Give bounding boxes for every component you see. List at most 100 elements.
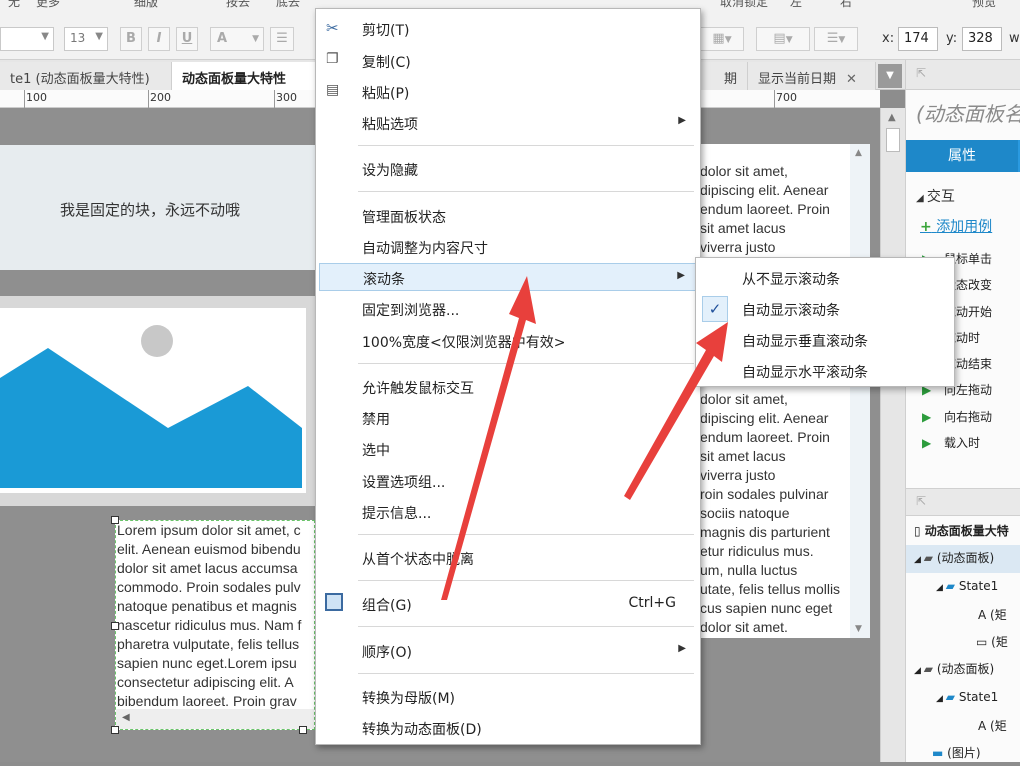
x-input[interactable]: 174 [898, 27, 938, 51]
toolbar-label[interactable]: 细版 [134, 0, 158, 10]
image-panel[interactable] [0, 296, 320, 506]
toolbar-label[interactable]: 更多 [36, 0, 60, 10]
tab-show-date[interactable]: 显示当前日期 ✕ [748, 62, 876, 90]
tab-state1[interactable]: te1 (动态面板量大特性) [0, 62, 172, 90]
event-item[interactable]: ▶ 向右拖动 [906, 404, 1020, 430]
outline-item[interactable]: ◢ ▰ (动态面板) [906, 656, 1020, 685]
toolbar-label[interactable]: 右 [840, 0, 852, 10]
submenu-item-auto-horizontal[interactable]: 自动显示水平滚动条 [696, 357, 954, 385]
menu-item-full-width[interactable]: 100%宽度<仅限浏览器中有效> [316, 327, 700, 355]
outline-item[interactable]: A (矩 [906, 713, 1020, 740]
right-text-panel[interactable]: dolor sit amet, dipiscing elit. Aenear e… [700, 144, 870, 638]
font-family-select[interactable]: ▼ [0, 27, 54, 51]
menu-item-manage-states[interactable]: 管理面板状态 [316, 202, 700, 230]
scroll-up-icon[interactable]: ▲ [855, 148, 862, 158]
font-color-button[interactable]: A ▼ [210, 27, 264, 51]
outline-item[interactable]: ◢ ▰ State1 [906, 573, 1020, 602]
scroll-thumb[interactable] [886, 128, 900, 152]
resize-handle[interactable] [111, 726, 119, 734]
close-icon[interactable]: ✕ [846, 72, 857, 87]
menu-item-convert-panel[interactable]: 转换为动态面板(D) [316, 714, 700, 742]
menu-item-order[interactable]: 顺序(O) ▶ [316, 637, 700, 665]
submenu-item-auto-vertical[interactable]: 自动显示垂直滚动条 [696, 326, 954, 354]
bold-button[interactable]: B [120, 27, 142, 51]
add-case-link[interactable]: + 添加用例 [920, 216, 992, 236]
menu-separator [358, 534, 694, 535]
italic-button[interactable]: I [148, 27, 170, 51]
collapse-icon[interactable]: ⇱ [916, 66, 926, 80]
section-interaction[interactable]: ◢ 交互 [916, 186, 955, 206]
submenu-item-never-show[interactable]: 从不显示滚动条 [696, 264, 954, 292]
menu-item-tooltip[interactable]: 提示信息... [316, 498, 700, 526]
menu-item-group[interactable]: 组合(G) Ctrl+G [316, 590, 700, 618]
tab-list-dropdown[interactable]: ▼ [878, 64, 902, 88]
outline-item[interactable]: ◢ ▰ State1 [906, 684, 1020, 713]
tab-properties[interactable]: 属性 [906, 140, 1018, 172]
font-size-select[interactable]: 13 ▼ [64, 27, 108, 51]
widget-name-title[interactable]: (动态面板名 [916, 98, 1020, 127]
outline-item[interactable]: ▬ (图片) [906, 740, 1020, 766]
resize-handle[interactable] [111, 516, 119, 524]
underline-button[interactable]: U [176, 27, 198, 51]
font-size-value: 13 [70, 31, 86, 45]
lorem-text-panel[interactable]: Lorem ipsum dolor sit amet, c elit. Aene… [115, 520, 315, 730]
vertical-scrollbar[interactable]: ▲ ▼ [850, 144, 870, 638]
menu-item-detach-state[interactable]: 从首个状态中脱离 [316, 544, 700, 572]
submenu-arrow-icon: ▶ [678, 115, 686, 126]
border-button[interactable]: ▤▼ [756, 27, 810, 51]
scroll-down-icon[interactable]: ▼ [855, 624, 862, 634]
menu-item-hide[interactable]: 设为隐藏 [316, 155, 700, 183]
menu-item-cut[interactable]: ✂ 剪切(T) [316, 15, 700, 43]
scrollbar-submenu: 从不显示滚动条 ✓ 自动显示滚动条 自动显示垂直滚动条 自动显示水平滚动条 [695, 257, 955, 387]
outline-header: ⇱ [906, 488, 1020, 516]
ruler-tick [24, 90, 25, 108]
y-input[interactable]: 328 [962, 27, 1002, 51]
context-menu: ✂ 剪切(T) ❐ 复制(C) ▤ 粘贴(P) 粘贴选项 ▶ 设为隐藏 管理面板… [315, 8, 701, 745]
text-line: magnis dis parturient [700, 524, 830, 540]
group-icon [325, 593, 343, 611]
fill-color-button[interactable]: ▦▼ [700, 27, 744, 51]
fixed-block[interactable]: 我是固定的块，永远不动哦 [0, 145, 320, 270]
text-line: dolor sit amet. [700, 619, 788, 635]
menu-item-allow-mouse[interactable]: 允许触发鼠标交互 [316, 373, 700, 401]
collapse-icon[interactable]: ⇱ [916, 494, 926, 508]
outline-item[interactable]: ◢ ▰ (动态面板) [906, 544, 1020, 574]
image-icon: ▬ [932, 745, 948, 760]
horizontal-scrollbar[interactable]: ◀ [116, 709, 314, 729]
scroll-left-icon[interactable]: ◀ [122, 712, 130, 723]
toolbar-label[interactable]: 无 [8, 0, 20, 10]
canvas-vertical-scrollbar[interactable]: ▲ [880, 108, 905, 762]
bullet-list-button[interactable]: ☰ [270, 27, 294, 51]
toolbar-label[interactable]: 按去 [226, 0, 250, 10]
text-line: utate, felis tellus mollis [700, 581, 841, 597]
menu-item-paste[interactable]: ▤ 粘贴(P) [316, 78, 700, 106]
outline-page[interactable]: ▯ 动态面板量大特 [906, 518, 1020, 545]
toolbar-label[interactable]: 左 [790, 0, 802, 10]
toolbar-label[interactable]: 取消锁定 [720, 0, 768, 10]
menu-item-select[interactable]: 选中 [316, 435, 700, 463]
outline-page-label: 动态面板量大特 [924, 524, 1009, 538]
submenu-item-auto-show[interactable]: ✓ 自动显示滚动条 [696, 295, 954, 323]
menu-item-option-group[interactable]: 设置选项组... [316, 467, 700, 495]
event-item[interactable]: ▶ 载入时 [906, 430, 1020, 456]
menu-item-fit-content[interactable]: 自动调整为内容尺寸 [316, 233, 700, 261]
toolbar-label[interactable]: 预览 [972, 0, 996, 10]
toolbar-label[interactable]: 底去 [276, 0, 300, 10]
scroll-up-icon[interactable]: ▲ [888, 112, 896, 123]
menu-item-convert-master[interactable]: 转换为母版(M) [316, 683, 700, 711]
menu-item-scrollbars[interactable]: 滚动条 ▶ [319, 263, 697, 291]
menu-item-paste-options[interactable]: 粘贴选项 ▶ [316, 109, 700, 137]
outline-item[interactable]: ▭ (矩 [906, 629, 1020, 656]
menu-item-copy[interactable]: ❐ 复制(C) [316, 47, 700, 75]
tab-active-page[interactable]: 动态面板量大特性 [172, 62, 322, 90]
menu-item-pin-browser[interactable]: 固定到浏览器... [316, 295, 700, 323]
menu-item-label: 复制(C) [362, 55, 411, 71]
resize-handle[interactable] [111, 622, 119, 630]
menu-item-label: 顺序(O) [362, 645, 412, 661]
state-icon: ▰ [945, 690, 959, 705]
menu-item-disable[interactable]: 禁用 [316, 404, 700, 432]
outline-item[interactable]: A (矩 [906, 602, 1020, 629]
line-style-button[interactable]: ☰▼ [814, 27, 858, 51]
resize-handle[interactable] [299, 726, 307, 734]
inspector-panel: ⇱ (动态面板名 属性 ◢ 交互 + 添加用例 ▶鼠标单击 ▶状态改变 ▶拖动开… [905, 60, 1020, 762]
